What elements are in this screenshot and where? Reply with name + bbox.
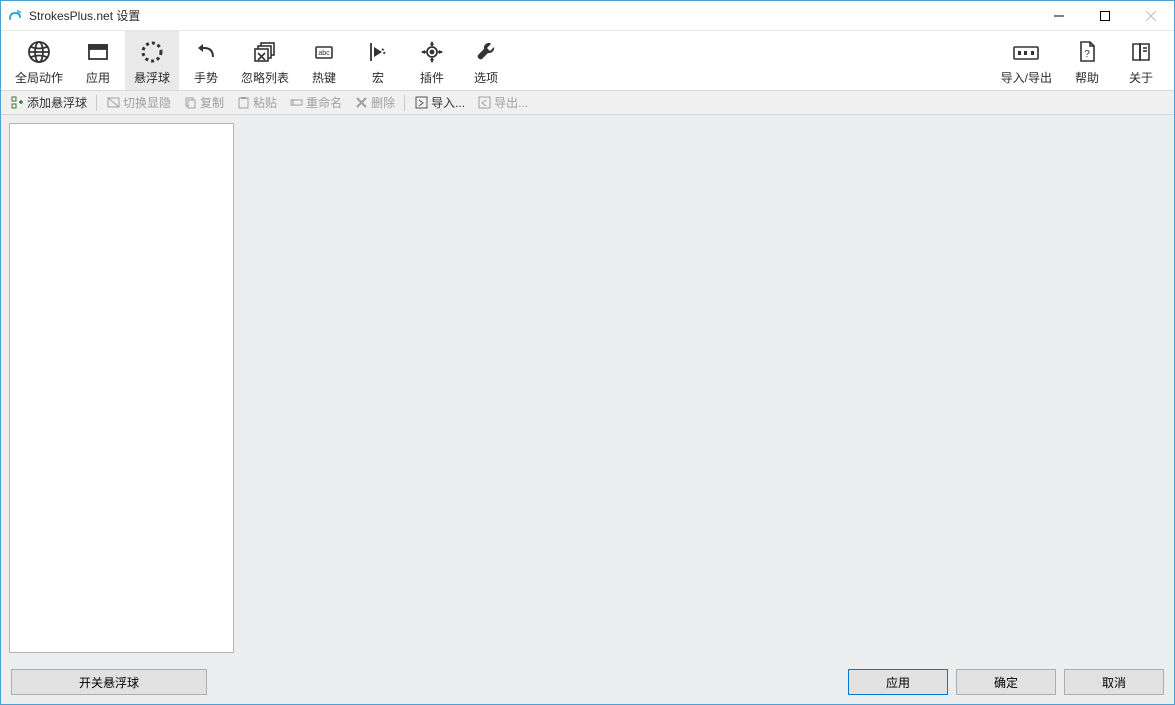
- action-add-floater[interactable]: 添加悬浮球: [5, 92, 92, 113]
- export-icon: [477, 96, 491, 110]
- minimize-button[interactable]: [1036, 1, 1082, 31]
- window-controls: [1036, 1, 1174, 31]
- toolbar-label: 热键: [312, 69, 336, 86]
- button-label: 确定: [994, 674, 1018, 691]
- toolbar-label: 选项: [474, 69, 498, 86]
- button-label: 取消: [1102, 674, 1126, 691]
- keyboard-key-icon: abc: [309, 37, 339, 67]
- svg-text:?: ?: [1084, 49, 1090, 60]
- action-label: 添加悬浮球: [27, 94, 87, 111]
- toolbar-label: 关于: [1129, 69, 1153, 86]
- rename-icon: [289, 96, 303, 110]
- action-export: 导出...: [472, 92, 533, 113]
- floater-tree-panel[interactable]: [9, 123, 234, 653]
- wrench-icon: [471, 37, 501, 67]
- add-node-icon: [10, 96, 24, 110]
- toolbar-label: 全局动作: [15, 69, 63, 86]
- toolbar-label: 宏: [372, 69, 384, 86]
- footer-right-buttons: 应用 确定 取消: [848, 669, 1164, 695]
- apply-button[interactable]: 应用: [848, 669, 948, 695]
- book-icon: [1126, 37, 1156, 67]
- toolbar-label: 帮助: [1075, 69, 1099, 86]
- toolbar-global-actions[interactable]: 全局动作: [7, 31, 71, 90]
- toolbar-plugins[interactable]: 插件: [405, 31, 459, 90]
- circle-dashed-icon: [137, 37, 167, 67]
- import-export-icon: [1011, 37, 1041, 67]
- action-label: 复制: [200, 94, 224, 111]
- help-file-icon: ?: [1072, 37, 1102, 67]
- toolbar-label: 手势: [194, 69, 218, 86]
- action-label: 导入...: [431, 94, 465, 111]
- main-toolbar: 全局动作 应用 悬浮球: [1, 31, 1174, 91]
- toolbar-gestures[interactable]: 手势: [179, 31, 233, 90]
- svg-text:abc: abc: [318, 50, 330, 57]
- action-import[interactable]: 导入...: [409, 92, 470, 113]
- action-label: 删除: [371, 94, 395, 111]
- action-delete: 删除: [349, 92, 400, 113]
- cancel-button[interactable]: 取消: [1064, 669, 1164, 695]
- import-icon: [414, 96, 428, 110]
- windows-stack-icon: [250, 37, 280, 67]
- action-toggle-visibility: 切换显隐: [101, 92, 176, 113]
- toolbar-options[interactable]: 选项: [459, 31, 513, 90]
- action-label: 重命名: [306, 94, 342, 111]
- toolbar-label: 忽略列表: [241, 69, 289, 86]
- title-bar: StrokesPlus.net 设置: [1, 1, 1174, 31]
- toolbar-import-export[interactable]: 导入/导出: [993, 31, 1060, 90]
- toolbar-floaters[interactable]: 悬浮球: [125, 31, 179, 90]
- toggle-icon: [106, 96, 120, 110]
- toolbar-label: 导入/导出: [1001, 69, 1052, 86]
- app-icon: [7, 8, 23, 24]
- toolbar-label: 插件: [420, 69, 444, 86]
- action-label: 粘贴: [253, 94, 277, 111]
- paste-icon: [236, 96, 250, 110]
- toolbar-label: 应用: [86, 69, 110, 86]
- toolbar-help[interactable]: ? 帮助: [1060, 31, 1114, 90]
- button-label: 开关悬浮球: [79, 674, 139, 691]
- separator: [404, 95, 405, 111]
- content-area: [1, 115, 1174, 660]
- footer-bar: 开关悬浮球 应用 确定 取消: [1, 660, 1174, 704]
- separator: [96, 95, 97, 111]
- undo-arrow-icon: [191, 37, 221, 67]
- toolbar-applications[interactable]: 应用: [71, 31, 125, 90]
- button-label: 应用: [886, 674, 910, 691]
- action-label: 导出...: [494, 94, 528, 111]
- close-button[interactable]: [1128, 1, 1174, 31]
- ok-button[interactable]: 确定: [956, 669, 1056, 695]
- toolbar-about[interactable]: 关于: [1114, 31, 1168, 90]
- action-rename: 重命名: [284, 92, 347, 113]
- maximize-button[interactable]: [1082, 1, 1128, 31]
- delete-x-icon: [354, 96, 368, 110]
- action-label: 切换显隐: [123, 94, 171, 111]
- toolbar-label: 悬浮球: [134, 69, 170, 86]
- macro-play-icon: [363, 37, 393, 67]
- toolbar-ignore-list[interactable]: 忽略列表: [233, 31, 297, 90]
- action-copy: 复制: [178, 92, 229, 113]
- toolbar-left-group: 全局动作 应用 悬浮球: [7, 31, 513, 90]
- toolbar-macros[interactable]: 宏: [351, 31, 405, 90]
- toolbar-hotkeys[interactable]: abc 热键: [297, 31, 351, 90]
- action-paste: 粘贴: [231, 92, 282, 113]
- window-icon: [83, 37, 113, 67]
- toolbar-right-group: 导入/导出 ? 帮助 关于: [993, 31, 1168, 90]
- window-title: StrokesPlus.net 设置: [29, 7, 140, 24]
- plugin-gear-icon: [417, 37, 447, 67]
- toggle-floater-button[interactable]: 开关悬浮球: [11, 669, 207, 695]
- action-bar: 添加悬浮球 切换显隐 复制 粘贴 重命名 删除 导入: [1, 91, 1174, 115]
- globe-icon: [24, 37, 54, 67]
- copy-icon: [183, 96, 197, 110]
